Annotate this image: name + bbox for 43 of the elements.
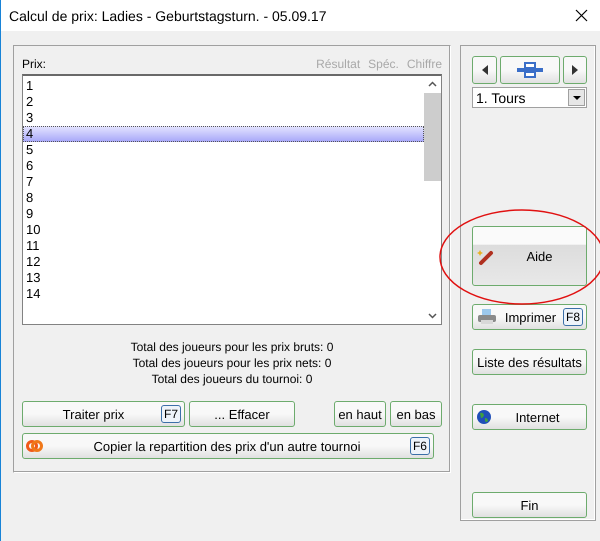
finish-button[interactable]: Fin <box>472 492 587 518</box>
prize-row[interactable]: 12 <box>23 254 424 270</box>
right-arrow-icon <box>572 65 578 75</box>
total-text: Total des joueurs du tournoi: 0 <box>152 371 312 387</box>
total-text: Total des joueurs pour les prix nets: 0 <box>132 355 332 371</box>
total-text: Total des joueurs pour les prix bruts: 0 <box>130 339 334 355</box>
process-prizes-button[interactable]: Traiter prix F7 <box>22 401 185 427</box>
column-header: Résultat <box>316 57 360 71</box>
print-layout-button[interactable] <box>500 56 560 84</box>
move-down-button[interactable]: en bas <box>390 401 442 427</box>
prize-row[interactable]: 9 <box>23 206 424 222</box>
print-button[interactable]: Imprimer F8 <box>472 304 587 330</box>
prize-row[interactable]: 7 <box>23 174 424 190</box>
prize-row[interactable]: 10 <box>23 222 424 238</box>
previous-button[interactable] <box>472 56 497 84</box>
prize-row[interactable]: 3 <box>23 110 424 126</box>
column-header: Chiffre <box>406 57 442 71</box>
globe-icon <box>476 409 492 425</box>
prize-row[interactable]: 13 <box>23 270 424 286</box>
scrollbar-thumb[interactable] <box>424 93 441 181</box>
prize-row[interactable]: 8 <box>23 190 424 206</box>
clear-button[interactable]: ... Effacer <box>189 401 295 427</box>
prize-row[interactable]: 5 <box>23 142 424 158</box>
prize-row[interactable]: 2 <box>23 94 424 110</box>
prize-row[interactable]: 11 <box>23 238 424 254</box>
column-header: Spéc. <box>368 57 399 71</box>
prize-row[interactable]: 4 <box>23 126 424 142</box>
close-icon[interactable] <box>575 9 588 22</box>
help-button[interactable]: Aide <box>472 226 587 286</box>
prize-row[interactable]: 1 <box>23 78 424 94</box>
prizes-label: Prix: <box>22 57 47 71</box>
rings-icon <box>26 439 44 453</box>
left-arrow-icon <box>482 65 488 75</box>
move-up-button[interactable]: en haut <box>334 401 386 427</box>
window-title: Calcul de prix: Ladies - Geburtstagsturn. - 05.09.17 <box>9 8 327 24</box>
next-button[interactable] <box>563 56 587 84</box>
results-list-button[interactable]: Liste des résultats <box>472 349 587 375</box>
prize-row[interactable]: 6 <box>23 158 424 174</box>
copy-distribution-button[interactable]: Copier la repartition des prix d'un autre tournoi F6 <box>22 433 434 459</box>
internet-button[interactable]: Internet <box>472 404 587 430</box>
prize-row[interactable]: 14 <box>23 286 424 302</box>
dropdown-arrow-icon <box>572 96 580 100</box>
round-dropdown[interactable]: 1. Tours <box>472 87 587 108</box>
